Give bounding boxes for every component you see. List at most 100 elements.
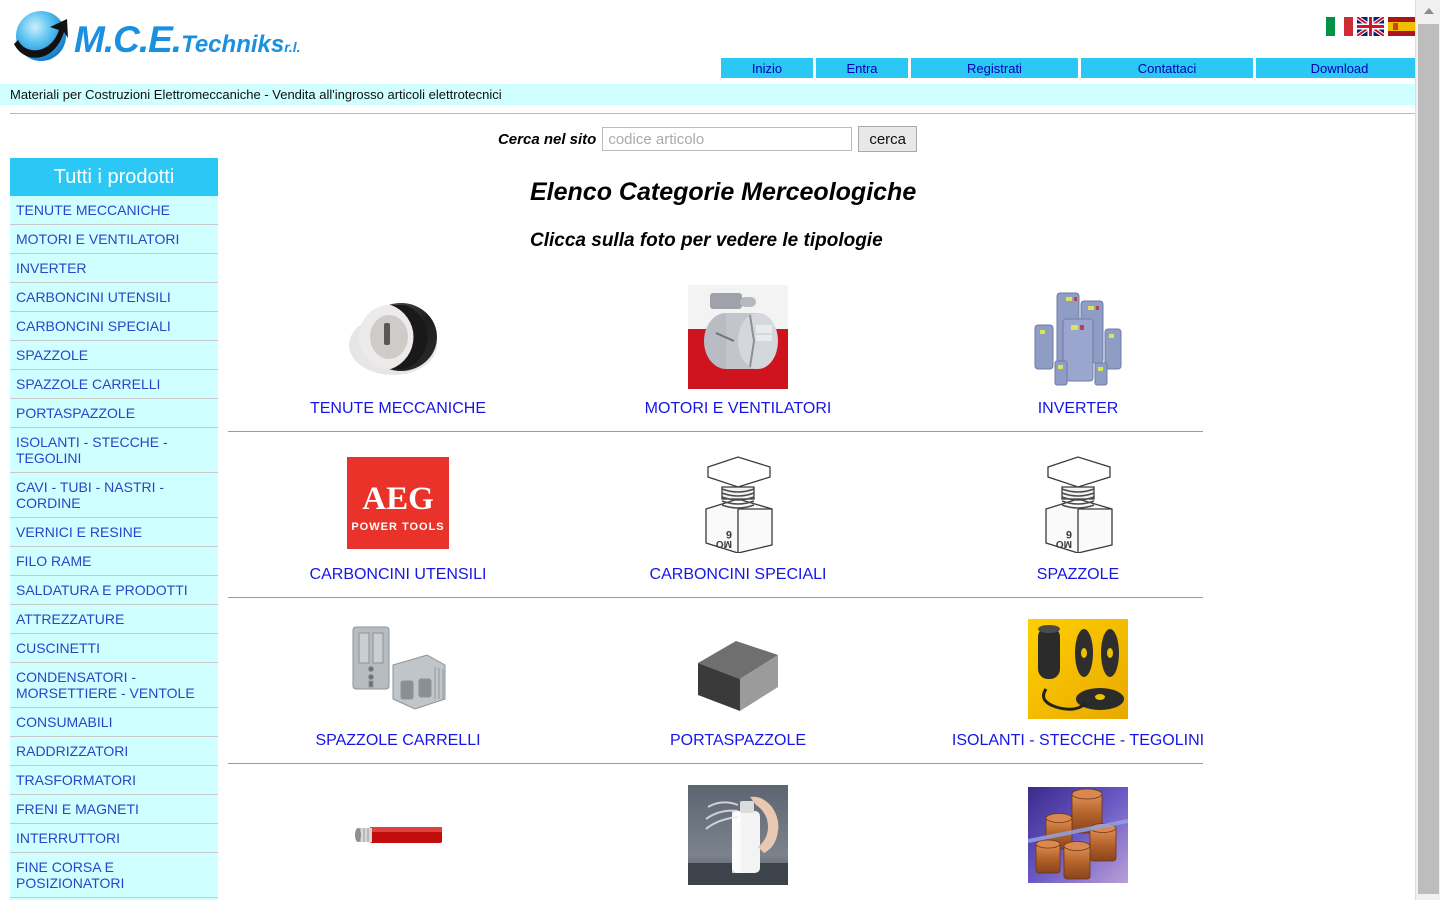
sidebar-item-6[interactable]: SPAZZOLE CARRELLI bbox=[10, 370, 218, 399]
category-grid: TENUTE MECCANICHE MOTORI E VENTILATORI I… bbox=[228, 282, 1388, 900]
category-cell-0-0: TENUTE MECCANICHE bbox=[228, 282, 568, 418]
nav-item-registrati[interactable]: Registrati bbox=[911, 58, 1078, 78]
nav-item-entra[interactable]: Entra bbox=[816, 58, 908, 78]
globe-arrow-logo-icon bbox=[10, 8, 72, 70]
category-row-3: CAVI - TUBI - NASTRI - CORDINE VERNICI E… bbox=[228, 780, 1388, 900]
inverter-units-photo-icon[interactable] bbox=[1025, 282, 1131, 392]
category-row-2: SPAZZOLE CARRELLI PORTASPAZZOLE ISOLANTI… bbox=[228, 614, 1388, 750]
category-cell-0-1: MOTORI E VENTILATORI bbox=[568, 282, 908, 418]
svg-text:POWER TOOLS: POWER TOOLS bbox=[351, 521, 444, 533]
logo-suffix-text: r.l. bbox=[284, 38, 301, 55]
graphite-block-photo-icon[interactable] bbox=[692, 614, 784, 724]
logo-main-text: M.C.E. bbox=[74, 18, 182, 60]
row-spacer bbox=[228, 432, 1388, 448]
red-cable-photo-icon[interactable] bbox=[348, 780, 448, 890]
language-flags bbox=[1326, 17, 1415, 36]
sidebar-list: TENUTE MECCANICHE MOTORI E VENTILATORI INV… bbox=[10, 196, 218, 900]
sidebar-item-7[interactable]: PORTASPAZZOLE bbox=[10, 399, 218, 428]
flag-italy-icon[interactable] bbox=[1326, 17, 1353, 36]
page-title: Elenco Categorie Merceologiche bbox=[530, 178, 917, 206]
grey-connectors-photo-icon[interactable] bbox=[345, 614, 451, 724]
svg-text:MO: MO bbox=[1056, 538, 1072, 549]
sidebar-header: Tutti i prodotti bbox=[10, 158, 218, 196]
search-input[interactable] bbox=[602, 127, 853, 151]
insulation-discs-photo-icon[interactable] bbox=[1028, 614, 1128, 724]
category-link-0-1[interactable]: MOTORI E VENTILATORI bbox=[645, 400, 832, 418]
sidebar-item-4[interactable]: CARBONCINI SPECIALI bbox=[10, 312, 218, 341]
aeg-power-tools-logo-icon[interactable]: AEG POWER TOOLS bbox=[347, 448, 449, 558]
carbon-brush-drawing-icon[interactable]: 6 MO bbox=[692, 448, 784, 558]
sidebar-item-17[interactable]: RADDRIZZATORI bbox=[10, 737, 218, 766]
sidebar-item-21[interactable]: FINE CORSA E POSIZIONATORI bbox=[10, 853, 218, 898]
search-label: Cerca nel sito bbox=[497, 130, 597, 148]
main-navigation: Inizio Entra Registrati Contattaci Downl… bbox=[721, 58, 1423, 78]
nav-item-inizio[interactable]: Inizio bbox=[721, 58, 813, 78]
category-cell-1-2: 6 MO SPAZZOLE bbox=[908, 448, 1248, 584]
category-row-0: TENUTE MECCANICHE MOTORI E VENTILATORI I… bbox=[228, 282, 1388, 418]
category-cell-2-0: SPAZZOLE CARRELLI bbox=[228, 614, 568, 750]
site-search: Cerca nel sito cerca bbox=[0, 126, 1415, 152]
sidebar-item-9[interactable]: CAVI - TUBI - NASTRI - CORDINE bbox=[10, 473, 218, 518]
nav-item-contattaci[interactable]: Contattaci bbox=[1081, 58, 1253, 78]
search-submit-button[interactable]: cerca bbox=[858, 126, 918, 152]
vertical-scrollbar[interactable] bbox=[1415, 0, 1440, 900]
main-content: Elenco Categorie Merceologiche Clicca su… bbox=[228, 158, 1388, 900]
sidebar-item-14[interactable]: CUSCINETTI bbox=[10, 634, 218, 663]
sidebar-item-3[interactable]: CARBONCINI UTENSILI bbox=[10, 283, 218, 312]
site-header: M.C.E.Techniksr.l. Inizio Entra Registra… bbox=[0, 0, 1440, 82]
category-link-1-2[interactable]: SPAZZOLE bbox=[1037, 566, 1119, 584]
sidebar-item-13[interactable]: ATTREZZATURE bbox=[10, 605, 218, 634]
category-cell-2-2: ISOLANTI - STECCHE - TEGOLINI bbox=[908, 614, 1248, 750]
category-cell-2-1: PORTASPAZZOLE bbox=[568, 614, 908, 750]
page-subtitle: Clicca sulla foto per vedere le tipologi… bbox=[530, 230, 883, 251]
flag-spain-icon[interactable] bbox=[1388, 17, 1415, 36]
carbon-brush-drawing-icon[interactable]: 6 MO bbox=[1032, 448, 1124, 558]
category-cell-1-0: AEG POWER TOOLS CARBONCINI UTENSILI bbox=[228, 448, 568, 584]
logo-sub-text: Techniks bbox=[181, 30, 285, 58]
flag-uk-icon[interactable] bbox=[1357, 17, 1384, 36]
category-link-0-0[interactable]: TENUTE MECCANICHE bbox=[310, 400, 486, 418]
category-row-1: AEG POWER TOOLS CARBONCINI UTENSILI 6 MO… bbox=[228, 448, 1388, 584]
category-cell-0-2: INVERTER bbox=[908, 282, 1248, 418]
page-root: M.C.E.Techniksr.l. Inizio Entra Registra… bbox=[0, 0, 1440, 900]
sidebar-item-20[interactable]: INTERRUTTORI bbox=[10, 824, 218, 853]
row-spacer bbox=[228, 598, 1388, 614]
sidebar-item-11[interactable]: FILO RAME bbox=[10, 547, 218, 576]
category-link-2-0[interactable]: SPAZZOLE CARRELLI bbox=[315, 732, 480, 750]
category-link-2-1[interactable]: PORTASPAZZOLE bbox=[670, 732, 806, 750]
category-cell-1-1: 6 MO CARBONCINI SPECIALI bbox=[568, 448, 908, 584]
category-link-1-0[interactable]: CARBONCINI UTENSILI bbox=[310, 566, 487, 584]
category-link-2-2[interactable]: ISOLANTI - STECCHE - TEGOLINI bbox=[952, 732, 1204, 750]
sidebar-item-8[interactable]: ISOLANTI - STECCHE - TEGOLINI bbox=[10, 428, 218, 473]
sidebar-item-16[interactable]: CONSUMABILI bbox=[10, 708, 218, 737]
spray-can-photo-icon[interactable] bbox=[688, 780, 788, 890]
sidebar-item-5[interactable]: SPAZZOLE bbox=[10, 341, 218, 370]
sidebar-item-1[interactable]: MOTORI E VENTILATORI bbox=[10, 225, 218, 254]
sidebar-item-10[interactable]: VERNICI E RESINE bbox=[10, 518, 218, 547]
scroll-up-arrow-icon[interactable] bbox=[1416, 0, 1440, 20]
sidebar-item-12[interactable]: SALDATURA E PRODOTTI bbox=[10, 576, 218, 605]
category-link-0-2[interactable]: INVERTER bbox=[1038, 400, 1119, 418]
logo-wordmark: M.C.E.Techniksr.l. bbox=[74, 21, 301, 58]
sidebar-item-0[interactable]: TENUTE MECCANICHE bbox=[10, 196, 218, 225]
sidebar-item-2[interactable]: INVERTER bbox=[10, 254, 218, 283]
nav-item-download[interactable]: Download bbox=[1256, 58, 1423, 78]
category-cell-3-2: FILO RAME bbox=[908, 780, 1248, 900]
header-divider bbox=[10, 113, 1415, 114]
product-sidebar: Tutti i prodotti TENUTE MECCANICHE MOTORI… bbox=[10, 158, 218, 900]
site-tagline: Materiali per Costruzioni Elettromeccani… bbox=[0, 84, 1415, 105]
scrollbar-thumb[interactable] bbox=[1418, 24, 1439, 894]
copper-wire-spools-photo-icon[interactable] bbox=[1028, 780, 1128, 890]
sidebar-item-18[interactable]: TRASFORMATORI bbox=[10, 766, 218, 795]
category-cell-3-0: CAVI - TUBI - NASTRI - CORDINE bbox=[228, 780, 568, 900]
category-link-1-1[interactable]: CARBONCINI SPECIALI bbox=[650, 566, 827, 584]
sidebar-item-15[interactable]: CONDENSATORI - MORSETTIERE - VENTOLE bbox=[10, 663, 218, 708]
category-cell-3-1: VERNICI E RESINE bbox=[568, 780, 908, 900]
row-spacer bbox=[228, 764, 1388, 780]
mechanical-seal-photo-icon[interactable] bbox=[345, 282, 451, 392]
svg-text:AEG: AEG bbox=[362, 481, 434, 517]
svg-text:MO: MO bbox=[716, 538, 732, 549]
sidebar-item-19[interactable]: FRENI E MAGNETI bbox=[10, 795, 218, 824]
motor-fan-photo-icon[interactable] bbox=[688, 282, 788, 392]
site-logo[interactable]: M.C.E.Techniksr.l. bbox=[10, 8, 301, 70]
